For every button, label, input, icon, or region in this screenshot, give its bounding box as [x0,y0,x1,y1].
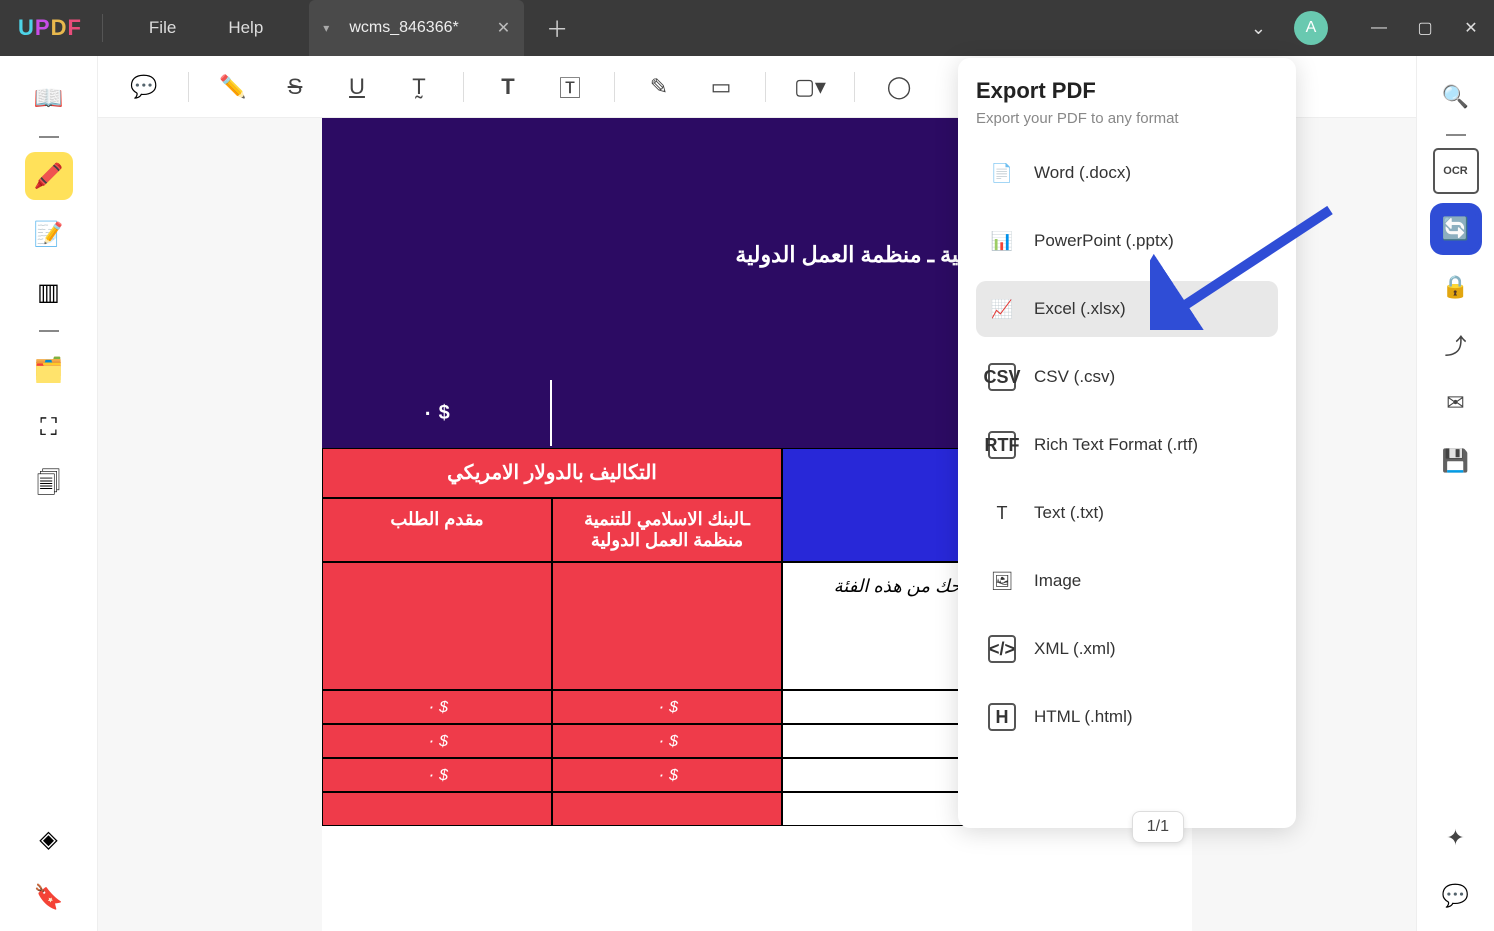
edit-icon[interactable]: 📝 [25,210,73,258]
txt-icon: T [988,499,1016,527]
ocr-icon[interactable]: OCR [1433,148,1479,194]
value-cell: ٠ $ [552,690,782,724]
rail-separator [39,136,59,138]
underline-icon[interactable]: U [339,69,375,105]
export-panel: Export PDF Export your PDF to any format… [958,58,1296,828]
left-rail: 📖 🖍️ 📝 ▥ 🗂️ ⛶ 🗐 ◈ 🔖 [0,56,98,931]
organize-icon[interactable]: 🗂️ [25,346,73,394]
pin-icon: ▾ [323,21,329,35]
divider [102,14,103,42]
form-icon[interactable]: ▥ [25,268,73,316]
export-word[interactable]: 📄Word (.docx) [976,145,1278,201]
empty-cell [322,792,552,826]
page-indicator[interactable]: 1/1 [1132,811,1184,843]
strikethrough-icon[interactable]: S [277,69,313,105]
save-icon[interactable]: 💾 [1433,438,1479,484]
close-window-button[interactable]: ✕ [1448,0,1494,56]
ai-icon[interactable]: ✦ [1433,815,1479,861]
export-icon[interactable]: 🔄 [1433,206,1479,252]
share-icon[interactable]: ⤴ [1433,322,1479,368]
image-icon: 🖼 [988,567,1016,595]
empty-cell [552,792,782,826]
export-csv[interactable]: CSVCSV (.csv) [976,349,1278,405]
menu-help[interactable]: Help [228,18,263,38]
export-title: Export PDF [976,78,1278,104]
value-cell: ٠ $ [322,724,552,758]
export-xml[interactable]: </>XML (.xml) [976,621,1278,677]
empty-cell [322,562,552,690]
ppt-icon: 📊 [988,227,1016,255]
value-cell: ٠ $ [322,758,552,792]
export-powerpoint[interactable]: 📊PowerPoint (.pptx) [976,213,1278,269]
layers-icon[interactable]: ◈ [25,815,73,863]
top-left-value: ٠ $ [322,380,552,446]
titlebar: UPDF File Help ▾ wcms_846366* ✕ ＋ ⌄ A — … [0,0,1494,56]
pencil-icon[interactable]: ✎ [641,69,677,105]
bookmark-icon[interactable]: 🔖 [25,873,73,921]
menu-file[interactable]: File [149,18,176,38]
maximize-button[interactable]: ▢ [1402,0,1448,56]
minimize-button[interactable]: — [1356,0,1402,56]
close-tab-icon[interactable]: ✕ [497,18,510,38]
right-rail: 🔍 OCR 🔄 🔒 ⤴ ✉ 💾 ✦ 💬 [1416,56,1494,931]
export-text[interactable]: TText (.txt) [976,485,1278,541]
eraser-icon[interactable]: ▭ [703,69,739,105]
highlighter-icon[interactable]: ✏️ [215,69,251,105]
export-rtf[interactable]: RTFRich Text Format (.rtf) [976,417,1278,473]
export-subtitle: Export your PDF to any format [976,110,1278,127]
squiggly-icon[interactable]: T̰ [401,69,437,105]
shape-icon[interactable]: ▢▾ [792,69,828,105]
value-cell: ٠ $ [552,758,782,792]
document-tab[interactable]: ▾ wcms_846366* ✕ [309,0,524,56]
email-icon[interactable]: ✉ [1433,380,1479,426]
empty-cell [552,562,782,690]
window-dropdown-icon[interactable]: ⌄ [1251,18,1266,39]
html-icon: H [988,703,1016,731]
stamp-icon[interactable]: ◯ [881,69,917,105]
app-logo: UPDF [18,15,82,41]
tab-title: wcms_846366* [349,19,458,37]
col-isdb: ـالبنك الاسلامي للتنمية منظمة العمل الدو… [552,498,782,562]
cost-header: التكاليف بالدولار الامريكي [322,448,782,498]
chat-icon[interactable]: 💬 [1433,873,1479,919]
textbox-icon[interactable]: 🅃 [552,69,588,105]
excel-icon: 📈 [988,295,1016,323]
export-html[interactable]: HHTML (.html) [976,689,1278,745]
rail-separator [39,330,59,332]
reader-icon[interactable]: 📖 [25,74,73,122]
comment-icon[interactable]: 💬 [126,69,162,105]
new-tab-button[interactable]: ＋ [546,12,568,44]
crop-icon[interactable]: ⛶ [25,404,73,452]
xml-icon: </> [988,635,1016,663]
protect-icon[interactable]: 🔒 [1433,264,1479,310]
rtf-icon: RTF [988,431,1016,459]
export-excel[interactable]: 📈Excel (.xlsx) [976,281,1278,337]
col-applicant: مقدم الطلب [322,498,552,562]
csv-icon: CSV [988,363,1016,391]
word-icon: 📄 [988,159,1016,187]
search-icon[interactable]: 🔍 [1433,74,1479,120]
tools-icon[interactable]: 🗐 [25,462,73,510]
text-icon[interactable]: T [490,69,526,105]
export-image[interactable]: 🖼Image [976,553,1278,609]
highlight-icon[interactable]: 🖍️ [25,152,73,200]
value-cell: ٠ $ [322,690,552,724]
user-avatar[interactable]: A [1294,11,1328,45]
value-cell: ٠ $ [552,724,782,758]
